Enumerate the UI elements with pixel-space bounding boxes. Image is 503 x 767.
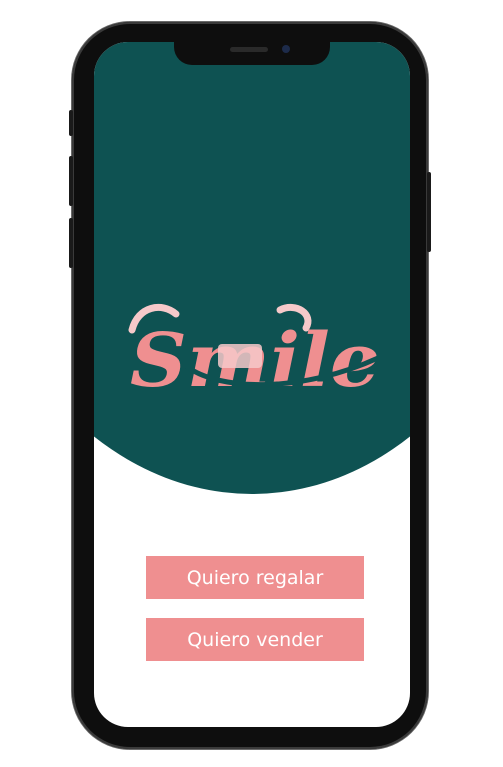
speaker-grille (230, 47, 268, 52)
sell-button[interactable]: Quiero vender (146, 618, 364, 661)
gift-button[interactable]: Quiero regalar (146, 556, 364, 599)
smile-logo-icon: Smile (128, 303, 381, 400)
mute-switch (69, 110, 73, 136)
front-camera (282, 45, 290, 53)
header-background (94, 42, 410, 494)
power-button (427, 172, 431, 252)
volume-down-button (69, 218, 73, 268)
volume-up-button (69, 156, 73, 206)
notch (174, 42, 330, 65)
smile-logo: Smile (128, 300, 388, 400)
app-screen: Smile Quiero regalar Quiero vender (94, 42, 410, 727)
